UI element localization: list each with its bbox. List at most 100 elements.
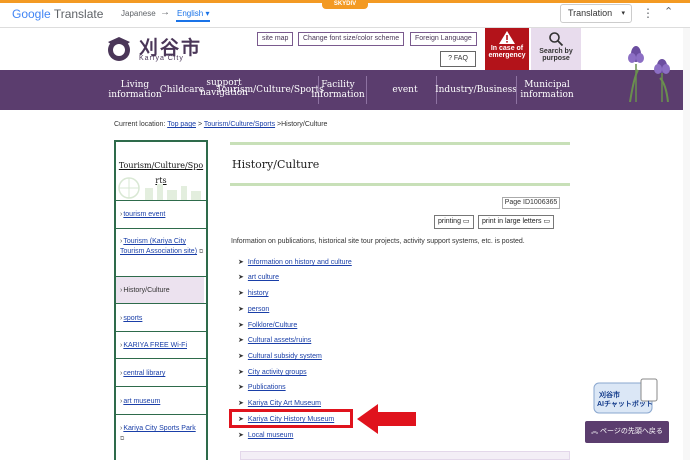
content-link[interactable]: person	[248, 306, 269, 313]
breadcrumb-current: History/Culture	[281, 121, 328, 128]
search-by-purpose-button[interactable]: Search by purpose	[531, 28, 581, 70]
print-large-button[interactable]: print in large letters ▭	[478, 215, 555, 229]
arrow-right-icon: ➤	[238, 400, 244, 407]
content-link[interactable]: Cultural assets/ruins	[248, 337, 311, 344]
red-pointer-arrow-icon	[357, 404, 416, 434]
content-link[interactable]: Publications	[248, 384, 286, 391]
sidebar-item-tourism-association[interactable]: ›Tourism (Kariya City Tourism Associatio…	[120, 237, 204, 257]
google-translate-logo[interactable]: Google Translate	[12, 7, 103, 21]
external-link-icon: ⧉	[198, 249, 204, 255]
faq-button[interactable]: ? FAQ	[440, 51, 476, 67]
active-language-underline	[176, 20, 210, 22]
source-language-tab[interactable]: Japanese	[121, 9, 156, 18]
foreign-language-link[interactable]: Foreign Language	[410, 32, 477, 46]
content-link[interactable]: art culture	[248, 274, 279, 281]
translation-mode-label: Translation	[568, 8, 613, 18]
sidebar-divider	[116, 228, 206, 229]
nav-industry-business[interactable]: Industry/Business	[435, 70, 517, 110]
list-item[interactable]: ➤ Folklore/Culture	[238, 321, 297, 329]
dropdown-caret-icon: ▾	[621, 10, 625, 17]
back-to-top-button[interactable]: ︽ ページの先頭へ戻る	[585, 421, 669, 443]
sidebar-item-sports-park[interactable]: ›Kariya City Sports Park ⧉	[120, 424, 204, 444]
collapse-icon[interactable]: ⌃	[664, 5, 673, 18]
arrow-right-icon: ➤	[238, 290, 244, 297]
print-button[interactable]: printing ▭	[434, 215, 474, 229]
arrow-right-icon: ➤	[238, 337, 244, 344]
font-color-settings-link[interactable]: Change font size/color scheme	[298, 32, 405, 46]
chevron-right-icon: ›	[120, 211, 123, 218]
city-name-english: Kariya City	[139, 55, 184, 62]
sidebar-item-sports[interactable]: ›sports	[120, 314, 204, 324]
list-item[interactable]: ➤ City activity groups	[238, 368, 307, 376]
kariya-city-emblem-icon[interactable]	[104, 34, 134, 64]
translate-logo-text: Translate	[53, 7, 104, 21]
breadcrumb-section-link[interactable]: Tourism/Culture/Sports	[204, 121, 275, 128]
back-to-top-label: ページの先頭へ戻る	[600, 428, 663, 435]
nav-label: Facility information	[311, 80, 365, 100]
list-item[interactable]: ➤ history	[238, 289, 269, 297]
content-link[interactable]: City activity groups	[248, 369, 307, 376]
translation-mode-select[interactable]: Translation ▾	[560, 4, 632, 23]
content-link[interactable]: Folklore/Culture	[248, 322, 297, 329]
scrollbar[interactable]	[683, 28, 690, 460]
ai-chatbot-button[interactable]: 刈谷市 AIチャットボット	[593, 378, 661, 416]
list-item[interactable]: ➤ person	[238, 305, 269, 313]
arrow-right-icon: →	[160, 7, 170, 18]
content-link[interactable]: Information on history and culture	[248, 259, 352, 266]
list-item[interactable]: ➤ Information on history and culture	[238, 258, 352, 266]
arrow-right-icon: ➤	[238, 369, 244, 376]
list-item[interactable]: ➤ Kariya City Art Museum	[238, 399, 321, 407]
chevron-down-icon: ▾	[205, 9, 210, 18]
list-item[interactable]: ➤ Publications	[238, 383, 286, 391]
nav-municipal-information[interactable]: Municipal information	[516, 70, 578, 110]
chevron-right-icon: ›	[120, 342, 123, 349]
chevron-right-icon: ›	[120, 425, 123, 432]
list-item[interactable]: ➤ Local museum	[238, 431, 293, 439]
sidebar-item-history-culture[interactable]: ›History/Culture	[116, 277, 204, 303]
chevron-right-icon: ›	[120, 370, 123, 377]
sidebar-divider	[116, 303, 206, 304]
sidebar-item-art-museum[interactable]: ›art museum	[120, 397, 204, 407]
nav-label: Municipal information	[520, 80, 574, 100]
chevron-right-icon: ›	[120, 287, 123, 294]
nav-label: Tourism/Culture/Sports	[216, 85, 324, 95]
sidebar-item-tourism-event[interactable]: ›tourism event	[120, 210, 204, 220]
sidebar-item-label: KARIYA FREE Wi-Fi	[123, 342, 187, 349]
list-item[interactable]: ➤ Cultural subsidy system	[238, 352, 322, 360]
site-map-link[interactable]: site map	[257, 32, 294, 46]
skydiv-banner: SKYDIV	[322, 0, 368, 9]
emergency-button[interactable]: In case of emergency	[485, 28, 529, 70]
content-link[interactable]: Local museum	[248, 432, 294, 439]
nav-event[interactable]: event	[380, 70, 430, 110]
faq-label: FAQ	[453, 55, 468, 62]
arrow-right-icon: ➤	[238, 306, 244, 313]
search-purpose-line2: purpose	[542, 55, 570, 62]
content-footer-panel	[240, 451, 570, 460]
page-id-badge: Page ID1006365	[502, 197, 560, 209]
sidebar-divider	[116, 358, 206, 359]
arrow-right-icon: ➤	[238, 384, 244, 391]
arrow-right-icon: ➤	[238, 353, 244, 360]
list-item[interactable]: ➤ art culture	[238, 273, 279, 281]
sidebar-item-central-library[interactable]: ›central library	[120, 369, 204, 379]
target-language-tab[interactable]: English ▾	[177, 9, 210, 18]
page-title: History/Culture	[230, 142, 570, 186]
breadcrumb-home-link[interactable]: Top page	[167, 121, 196, 128]
more-options-icon[interactable]: ⋮	[642, 6, 654, 20]
highlight-box	[229, 409, 353, 428]
print-label: printing	[438, 218, 461, 225]
breadcrumb-separator: >	[197, 121, 203, 128]
list-item[interactable]: ➤ Cultural assets/ruins	[238, 336, 311, 344]
nav-facility-information[interactable]: Facility information	[311, 70, 364, 110]
sidebar-item-wifi[interactable]: ›KARIYA FREE Wi-Fi	[120, 341, 204, 351]
nav-label: event	[392, 85, 418, 95]
print-large-label: print in large letters	[482, 218, 542, 225]
content-link[interactable]: history	[248, 290, 269, 297]
arrow-right-icon: ➤	[238, 274, 244, 281]
emergency-label-line1: In case of	[490, 45, 524, 52]
content-link[interactable]: Cultural subsidy system	[248, 353, 322, 360]
nav-tourism-culture-sports[interactable]: Tourism/Culture/Sports	[216, 70, 324, 110]
content-link[interactable]: Kariya City Art Museum	[248, 400, 321, 407]
sidebar-divider	[116, 386, 206, 387]
external-link-icon: ⧉	[120, 436, 125, 442]
